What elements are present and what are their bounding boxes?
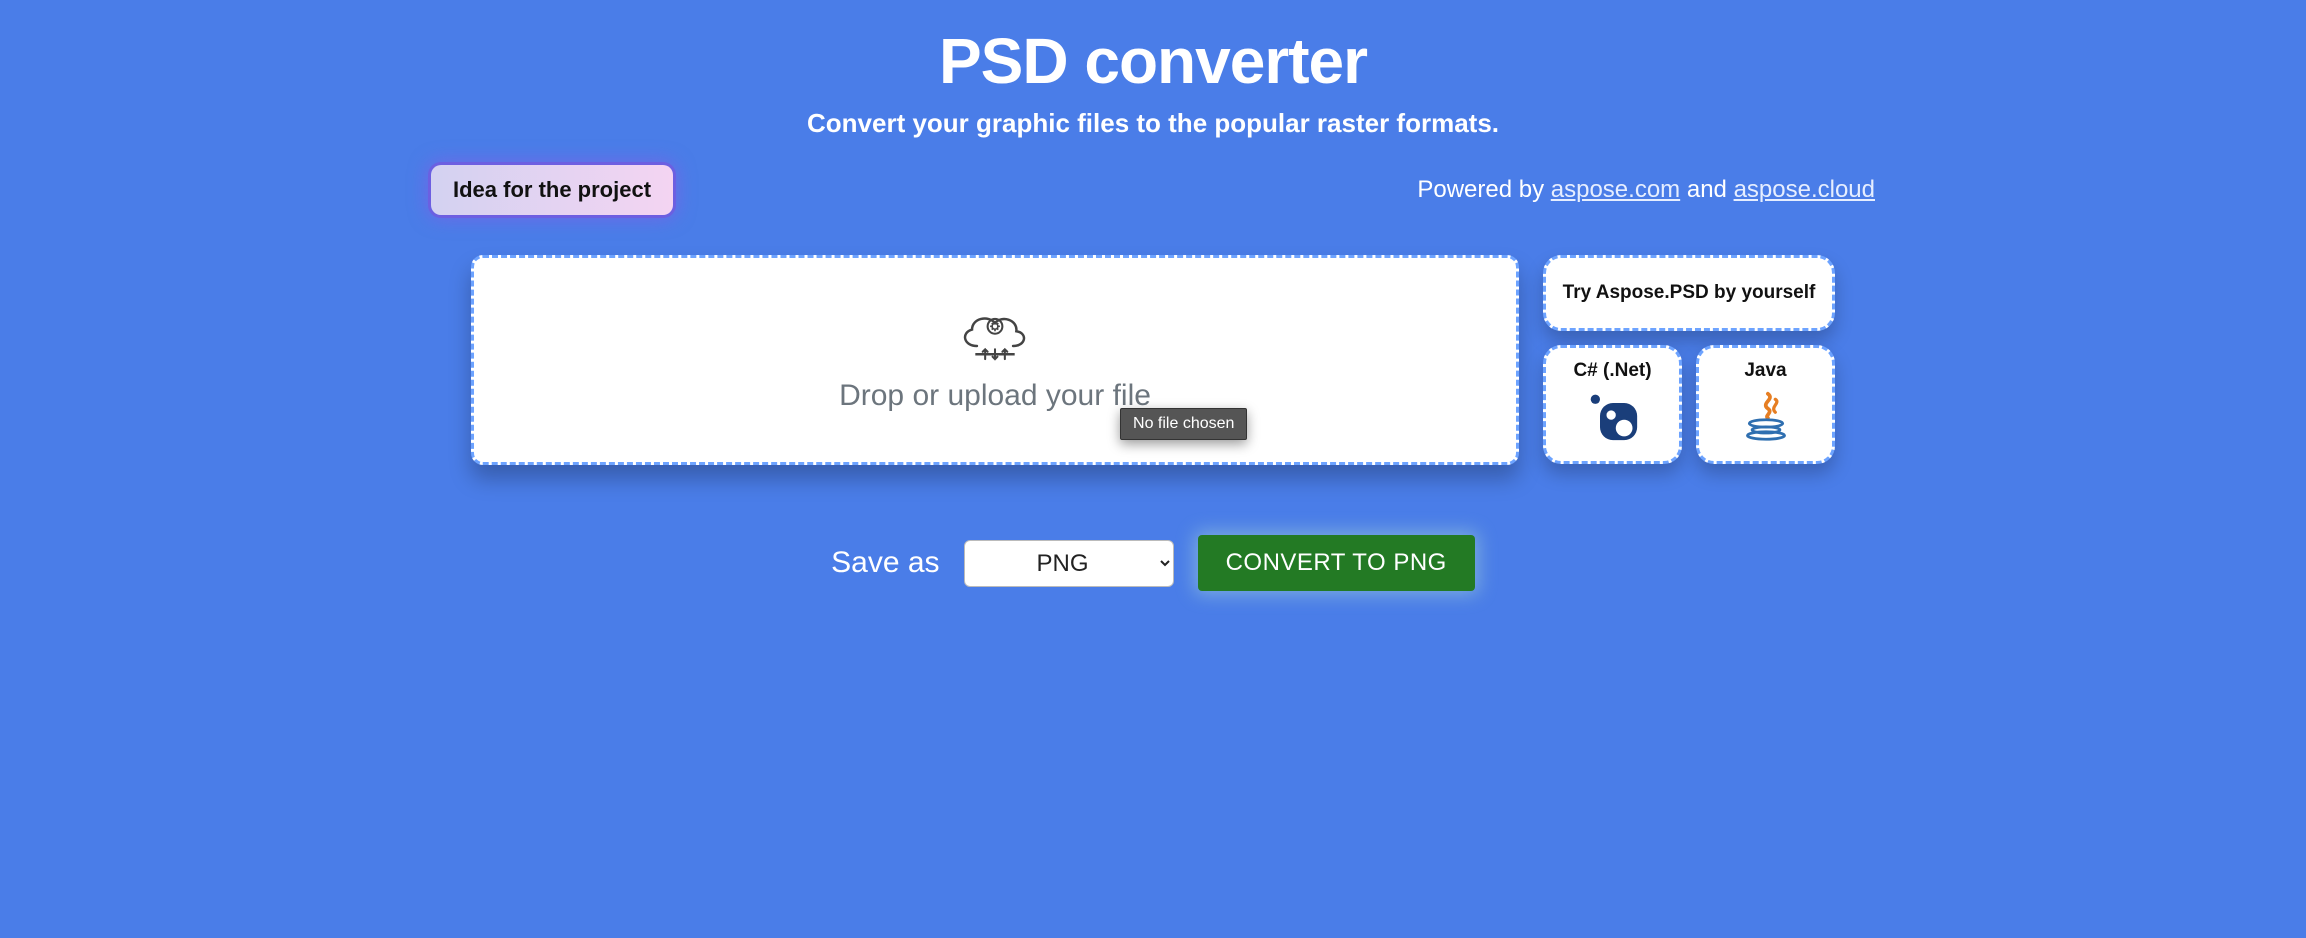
java-card[interactable]: Java xyxy=(1696,345,1835,464)
csharp-card[interactable]: C# (.Net) xyxy=(1543,345,1682,464)
powered-by-text: Powered by aspose.com and aspose.cloud xyxy=(1417,176,1875,204)
format-select[interactable]: PNG xyxy=(964,540,1174,587)
dropzone-label: Drop or upload your file xyxy=(839,379,1151,413)
powered-prefix: Powered by xyxy=(1417,176,1550,203)
idea-button[interactable]: Idea for the project xyxy=(431,165,673,215)
nuget-icon xyxy=(1585,390,1641,447)
convert-button[interactable]: CONVERT TO PNG xyxy=(1198,535,1475,591)
page-subtitle: Convert your graphic files to the popula… xyxy=(425,108,1881,139)
page-title: PSD converter xyxy=(425,24,1881,98)
upload-cloud-icon xyxy=(954,307,1036,367)
csharp-label: C# (.Net) xyxy=(1573,360,1651,382)
aspose-com-link[interactable]: aspose.com xyxy=(1551,176,1680,203)
file-chosen-tooltip: No file chosen xyxy=(1120,408,1247,440)
file-dropzone[interactable]: Drop or upload your file No file chosen xyxy=(471,255,1519,465)
try-aspose-card: Try Aspose.PSD by yourself xyxy=(1543,255,1835,331)
save-as-label: Save as xyxy=(831,546,939,580)
java-icon xyxy=(1738,390,1794,447)
aspose-cloud-link[interactable]: aspose.cloud xyxy=(1734,176,1875,203)
java-label: Java xyxy=(1744,360,1786,382)
powered-mid: and xyxy=(1687,176,1734,203)
